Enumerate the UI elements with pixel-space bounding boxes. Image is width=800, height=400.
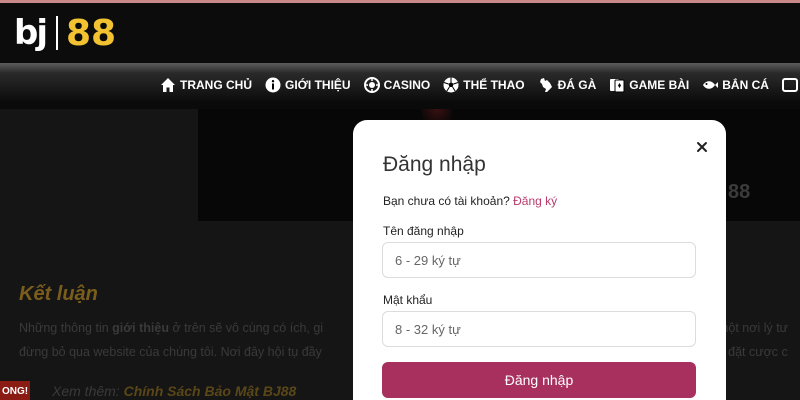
password-input[interactable]	[382, 311, 696, 347]
login-submit-button[interactable]: Đăng nhập	[382, 362, 696, 398]
nav-item-casino[interactable]: CASINO	[363, 77, 431, 93]
rooster-icon	[539, 78, 552, 92]
register-prompt: Bạn chưa có tài khoản? Đăng ký	[383, 194, 557, 208]
info-icon	[265, 77, 281, 93]
nav-item-label: ĐÁ GÀ	[557, 78, 597, 92]
nav-item-label: THỂ THAO	[463, 78, 525, 92]
nav-item-home[interactable]: TRANG CHỦ	[160, 77, 252, 93]
register-link[interactable]: Đăng ký	[513, 194, 557, 208]
nav-item-card-games[interactable]: GAME BÀI	[609, 77, 689, 93]
logo-text-88: 88	[66, 12, 117, 54]
nav-item-label: BẮN CÁ	[722, 78, 769, 92]
login-modal: Đăng nhập Bạn chưa có tài khoản? Đăng ký…	[353, 120, 726, 400]
nav-item-label: GAME BÀI	[629, 78, 690, 92]
nav-item-cockfight[interactable]: ĐÁ GÀ	[538, 77, 597, 93]
more-icon	[781, 78, 798, 92]
nav-item-label: CASINO	[383, 78, 431, 92]
logo-divider	[56, 16, 58, 50]
password-label: Mật khẩu	[383, 293, 433, 307]
playing-cards-icon	[610, 79, 625, 93]
bj88-logo[interactable]: bj 88	[14, 11, 116, 55]
nav-more-partial[interactable]	[781, 77, 800, 93]
nav-item-label: GIỚI THIỆU	[285, 78, 351, 92]
casino-chip-icon	[363, 77, 380, 93]
site-header: bj 88	[0, 3, 800, 63]
nav-item-label: TRANG CHỦ	[180, 78, 252, 92]
main-navigation: TRANG CHỦ GIỚI THIỆU CASINO THỂ THAO ĐÁ …	[0, 63, 800, 109]
logo-text-bj: bj	[14, 13, 48, 53]
username-label: Tên đăng nhập	[383, 224, 464, 238]
nav-item-sports[interactable]: THỂ THAO	[443, 77, 525, 93]
soccer-ball-icon	[443, 77, 459, 93]
fish-icon	[703, 81, 719, 89]
nav-item-about[interactable]: GIỚI THIỆU	[265, 77, 351, 93]
close-icon[interactable]	[693, 138, 711, 156]
home-icon	[161, 78, 175, 92]
nav-item-fish-shooting[interactable]: BẮN CÁ	[702, 77, 769, 93]
modal-title: Đăng nhập	[383, 153, 486, 176]
no-account-text: Bạn chưa có tài khoản?	[383, 194, 510, 208]
username-input[interactable]	[382, 242, 696, 278]
